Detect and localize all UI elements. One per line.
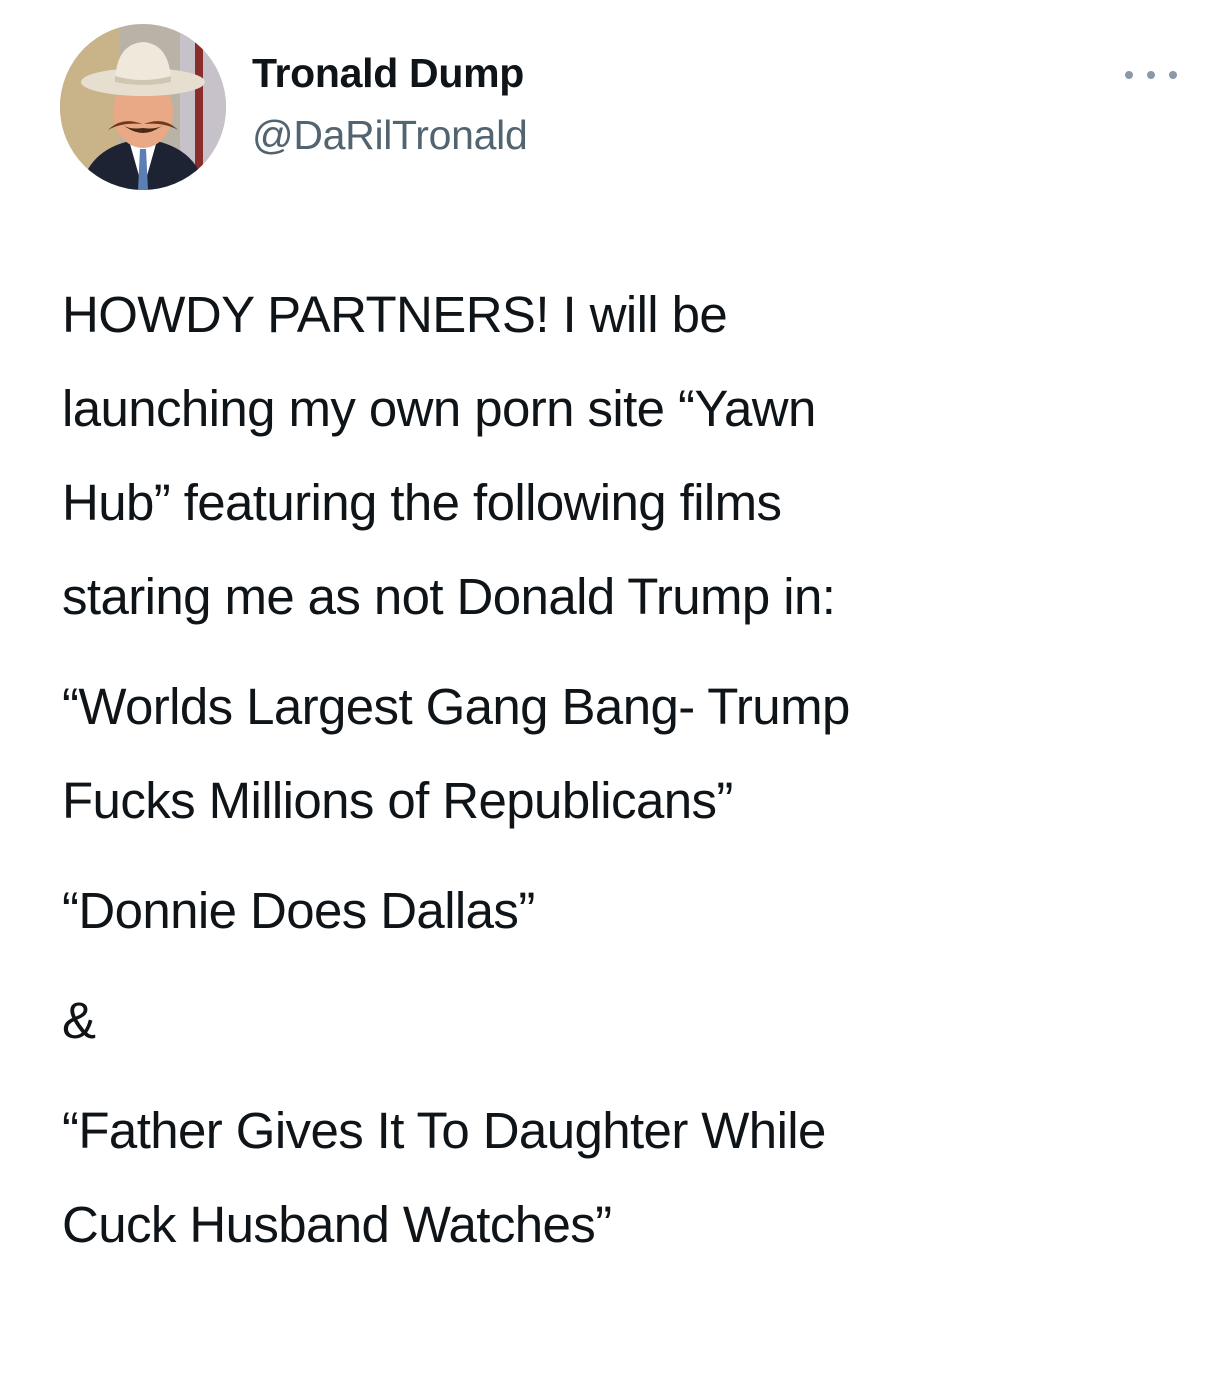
tweet-paragraph: “Donnie Does Dallas”: [62, 882, 535, 939]
avatar-photo-icon: [60, 24, 226, 190]
dot: [1125, 71, 1133, 79]
dot: [1169, 71, 1177, 79]
tweet-paragraph: “Worlds Largest Gang Bang- Trump Fucks M…: [62, 678, 850, 829]
dot: [1147, 71, 1155, 79]
more-options-icon[interactable]: [1125, 60, 1177, 90]
tweet-paragraph: “Father Gives It To Daughter While Cuck …: [62, 1102, 826, 1253]
tweet-text: HOWDY PARTNERS! I will be launching my o…: [62, 268, 1172, 1272]
tweet-paragraph: &: [62, 992, 96, 1049]
tweet: Tronald Dump @DaRilTronald HOWDY PARTNER…: [0, 0, 1217, 1382]
profile-avatar[interactable]: [60, 24, 226, 190]
display-name[interactable]: Tronald Dump: [252, 50, 524, 97]
tweet-paragraph: HOWDY PARTNERS! I will be launching my o…: [62, 286, 836, 625]
user-handle[interactable]: @DaRilTronald: [252, 112, 528, 159]
